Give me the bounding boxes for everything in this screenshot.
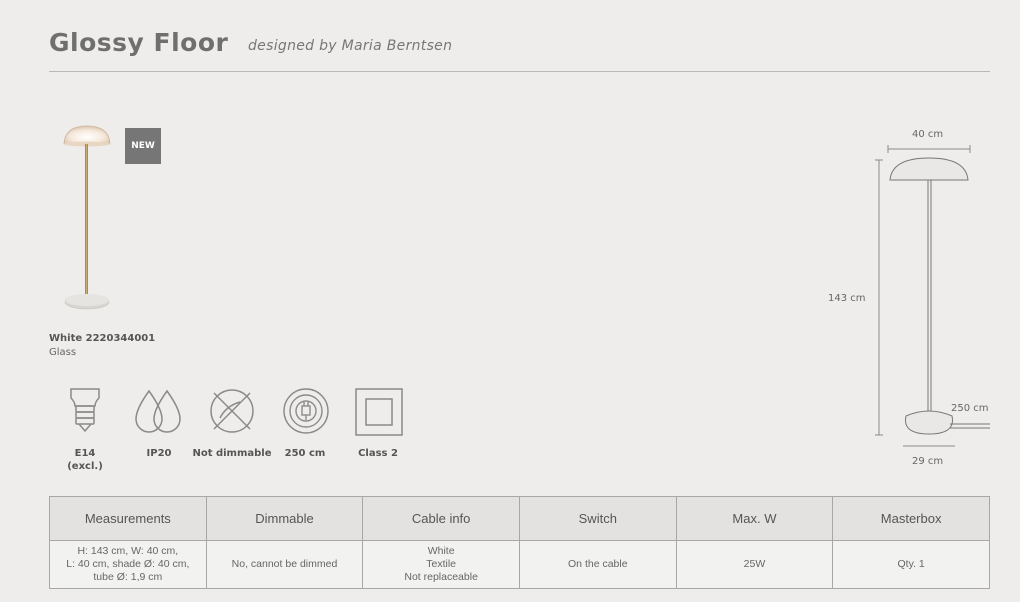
not-dimmable-icon (210, 389, 254, 433)
product-variant: White 2220344001 (49, 333, 156, 344)
dimension-shade-width: 40 cm (912, 129, 944, 140)
header-divider (49, 71, 990, 72)
lamp-product-image (63, 125, 111, 310)
specs-table: Measurements Dimmable Cable info Switch … (49, 496, 990, 589)
cell-cable-info: White Textile Not replaceable (362, 540, 520, 589)
dimension-height: 143 cm (828, 293, 866, 304)
designer-credit: designed by Maria Berntsen (248, 38, 453, 54)
product-material: Glass (49, 347, 77, 358)
cell-masterbox: Qty. 1 (832, 540, 990, 589)
bulb-e14-icon (70, 388, 100, 433)
page-title: Glossy Floor (49, 28, 229, 57)
table-row: H: 143 cm, W: 40 cm, L: 40 cm, shade Ø: … (49, 540, 990, 589)
cable-plug-icon (283, 388, 329, 434)
cell-dimmable: No, cannot be dimmed (205, 540, 364, 589)
dimension-base-width: 29 cm (912, 456, 944, 467)
header-cable-info: Cable info (362, 496, 520, 541)
header-measurements: Measurements (49, 496, 207, 541)
header-switch: Switch (518, 496, 677, 541)
header-dimmable: Dimmable (205, 496, 364, 541)
cell-switch: On the cable (518, 540, 677, 589)
header-masterbox: Masterbox (832, 496, 990, 541)
cell-max-w: 25W (675, 540, 834, 589)
cell-measurements: H: 143 cm, W: 40 cm, L: 40 cm, shade Ø: … (49, 540, 207, 589)
feature-label-class: Class 2 (358, 448, 398, 459)
new-badge: NEW (125, 128, 161, 164)
water-drops-icon (135, 389, 181, 433)
class2-double-square-icon (355, 388, 403, 436)
dimension-cable: 250 cm (951, 403, 989, 414)
table-header-row: Measurements Dimmable Cable info Switch … (49, 496, 990, 541)
header-max-w: Max. W (675, 496, 834, 541)
